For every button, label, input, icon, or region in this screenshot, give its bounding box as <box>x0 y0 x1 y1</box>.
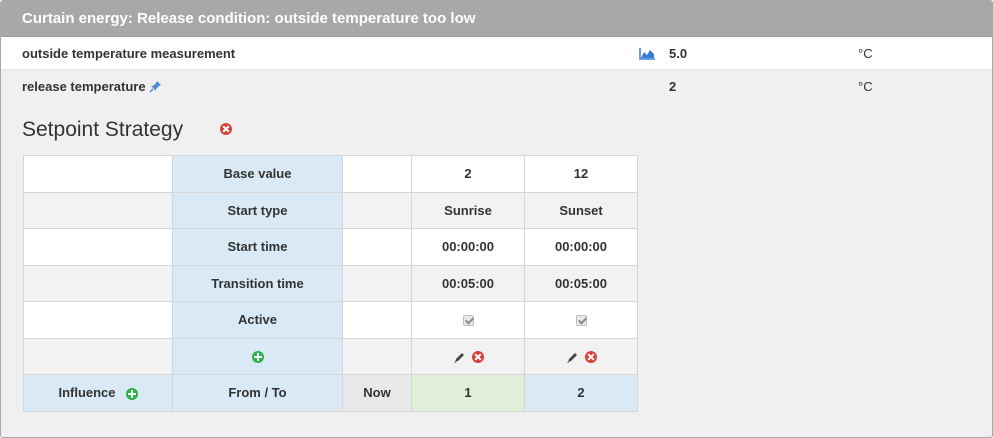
influence-row: Influence From / To Now 1 2 <box>23 374 638 412</box>
release-temperature-text: release temperature <box>22 79 146 94</box>
now-label: Now <box>342 374 412 412</box>
area-chart-icon[interactable] <box>639 47 656 60</box>
table-row: Start time 00:00:00 00:00:00 <box>23 228 638 266</box>
cell-value[interactable]: Sunrise <box>411 191 525 229</box>
active-checkbox[interactable] <box>462 315 474 327</box>
row-label: Base value <box>172 155 343 193</box>
measurement-unit: °C <box>858 46 873 61</box>
row-label: Active <box>172 301 343 339</box>
row-label: Transition time <box>172 264 343 302</box>
table-row: Transition time 00:05:00 00:05:00 <box>23 264 638 302</box>
pencil-icon[interactable] <box>453 351 466 364</box>
table-row: Start type Sunrise Sunset <box>23 191 638 229</box>
delete-column-icon[interactable] <box>584 351 597 364</box>
cell-value[interactable]: Sunset <box>524 191 638 229</box>
row-label: Start type <box>172 191 343 229</box>
active-checkbox[interactable] <box>575 315 587 327</box>
measurement-row: outside temperature measurement 5.0 °C <box>1 37 992 70</box>
measurement-value: 5.0 <box>669 46 688 61</box>
influence-value[interactable]: 1 <box>411 374 525 412</box>
cell-value[interactable]: 2 <box>411 155 525 193</box>
panel: Curtain energy: Release condition: outsi… <box>0 0 993 438</box>
pencil-icon[interactable] <box>566 351 579 364</box>
delete-column-icon[interactable] <box>471 351 484 364</box>
add-influence-icon[interactable] <box>125 387 138 400</box>
actions-row <box>23 337 638 375</box>
table-row: Active <box>23 301 638 339</box>
cell-value[interactable]: 00:05:00 <box>524 264 638 302</box>
cell-value[interactable]: 00:00:00 <box>524 228 638 266</box>
add-column-icon[interactable] <box>251 351 264 364</box>
cell-value[interactable]: 00:05:00 <box>411 264 525 302</box>
release-temperature-value: 2 <box>669 79 677 94</box>
release-temperature-unit: °C <box>858 79 873 94</box>
from-to-label: From / To <box>172 374 343 412</box>
influence-value[interactable]: 2 <box>524 374 638 412</box>
row-label: Start time <box>172 228 343 266</box>
cell-value[interactable]: 00:00:00 <box>411 228 525 266</box>
influence-label: Influence <box>58 385 116 401</box>
panel-title: Curtain energy: Release condition: outsi… <box>1 1 992 37</box>
remove-strategy-icon[interactable] <box>220 123 232 135</box>
pin-icon[interactable] <box>149 80 162 93</box>
release-temperature-row: release temperature 2 °C <box>1 70 992 103</box>
measurement-label: outside temperature measurement <box>22 46 236 61</box>
cell-value[interactable]: 12 <box>524 155 638 193</box>
section-title: Setpoint Strategy <box>22 118 184 141</box>
setpoint-strategy-table: Base value 2 12 Start type Sunrise Sunse… <box>23 155 638 412</box>
table-row: Base value 2 12 <box>23 155 638 193</box>
release-temperature-label: release temperature <box>22 79 162 94</box>
